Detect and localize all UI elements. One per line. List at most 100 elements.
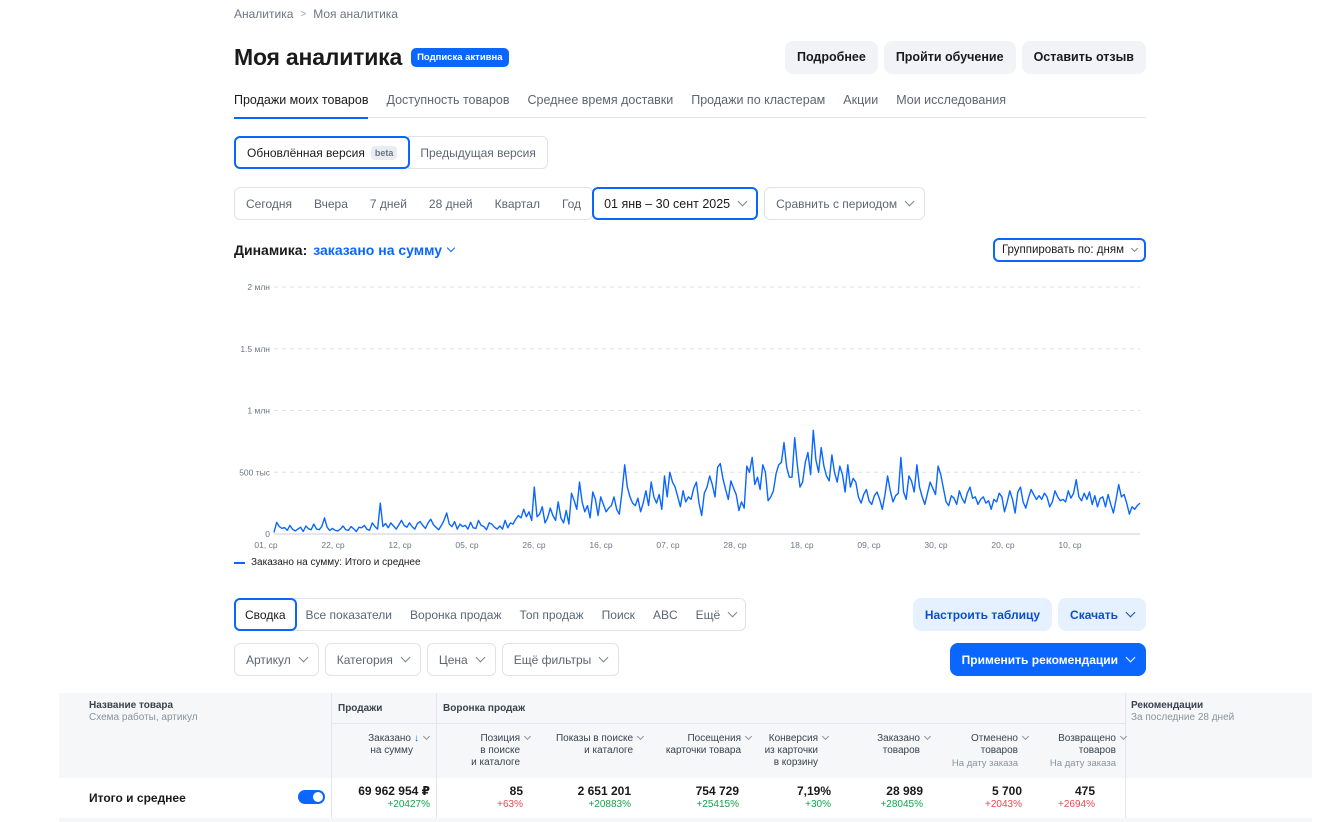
col-returned-l1: Возвращено [1058, 733, 1116, 744]
beta-badge: beta [370, 145, 398, 160]
total-conversion-delta: +30% [805, 799, 831, 810]
y-tick-label: 2 млн [247, 282, 270, 292]
total-card-visits: 754 729 +25415% [696, 784, 739, 812]
tab-cluster-sales[interactable]: Продажи по кластерам [691, 93, 825, 118]
total-cancelled-delta: +2043% [985, 799, 1022, 810]
filter-category-label: Категория [336, 652, 393, 667]
tab-delivery-time[interactable]: Среднее время доставки [528, 93, 674, 118]
period-7-days[interactable]: 7 дней [359, 188, 418, 219]
tab-availability[interactable]: Доступность товаров [386, 93, 509, 118]
legend-swatch [234, 561, 245, 564]
chevron-down-icon [298, 652, 309, 663]
col-cancelled-l1: Отменено [971, 733, 1018, 744]
dynamics-label: Динамика: [234, 242, 308, 258]
period-28-days[interactable]: 28 дней [418, 188, 484, 219]
tab-my-sales[interactable]: Продажи моих товаров [234, 93, 369, 119]
tab-sales-funnel[interactable]: Воронка продаж [401, 599, 510, 630]
col-returned[interactable]: Возвращено товаров На дату заказа [1049, 732, 1128, 770]
chevron-down-icon [598, 652, 609, 663]
x-tick-label: 26, ср [522, 540, 545, 550]
toggle-knob [313, 792, 323, 802]
tutorial-button[interactable]: Пройти обучение [883, 40, 1016, 74]
x-tick-label: 01, ср [254, 540, 277, 550]
total-returned: 475 +2694% [1058, 784, 1095, 812]
chevron-down-icon [446, 243, 456, 253]
version-previous[interactable]: Предыдущая версия [408, 136, 548, 169]
metric-label: заказано на сумму [313, 242, 443, 258]
metric-dropdown[interactable]: заказано на сумму [313, 242, 456, 258]
compare-period-dropdown[interactable]: Сравнить с периодом [764, 187, 926, 220]
chevron-down-icon [1119, 732, 1128, 741]
total-toggle[interactable] [298, 790, 325, 804]
col-conversion-l2: из карточки [764, 745, 818, 756]
total-card-visits-value: 754 729 [695, 784, 739, 798]
table-row-total: Итого и среднее 69 962 954 ₽ +20427% 85 +6… [59, 778, 1312, 818]
period-today[interactable]: Сегодня [235, 188, 303, 219]
col-ordered-sum[interactable]: Заказано ↓ на сумму [368, 732, 431, 757]
tab-all-metrics[interactable]: Все показатели [297, 599, 402, 630]
total-returned-value: 475 [1074, 784, 1095, 798]
total-impressions: 2 651 201 +20883% [578, 784, 631, 812]
col-returned-l2: товаров [1078, 745, 1116, 756]
col-impressions[interactable]: Показы в поиске и каталоге [556, 732, 645, 757]
x-tick-label: 10, ср [1058, 540, 1081, 550]
total-ordered-sum-value: 69 962 954 ₽ [358, 784, 430, 798]
x-tick-label: 30, ср [924, 540, 947, 550]
apply-recommendations-button[interactable]: Применить рекомендации [949, 643, 1146, 676]
feedback-button[interactable]: Оставить отзыв [1021, 40, 1146, 74]
tab-search[interactable]: Поиск [593, 599, 644, 630]
col-conversion[interactable]: Конверсия из карточки в корзину [764, 732, 830, 769]
period-quarter[interactable]: Квартал [484, 188, 551, 219]
chevron-down-icon [904, 196, 915, 207]
total-conversion-value: 7,19% [796, 784, 831, 798]
period-yesterday[interactable]: Вчера [303, 188, 359, 219]
download-button[interactable]: Скачать [1058, 598, 1146, 631]
filter-article[interactable]: Артикул [234, 643, 319, 676]
chevron-down-icon [523, 732, 532, 741]
col-ordered-items-l2: товаров [882, 745, 920, 756]
dynamics-chart: 0 500 тыс 1 млн 1.5 млн 2 млн 01, ср 22, ср 12,… [239, 282, 1141, 550]
tab-more[interactable]: Ещё [687, 599, 746, 630]
tab-abc[interactable]: ABC [644, 599, 687, 630]
x-tick-label: 28, ср [723, 540, 746, 550]
period-year[interactable]: Год [551, 188, 592, 219]
x-tick-label: 07, ср [656, 540, 679, 550]
x-tick-label: 20, ср [991, 540, 1014, 550]
col-card-visits-l1: Посещения [687, 733, 741, 744]
tab-promotions[interactable]: Акции [843, 93, 878, 118]
filter-price[interactable]: Цена [426, 643, 496, 676]
group-funnel: Воронка продаж [443, 703, 526, 714]
total-position-value: 85 [509, 784, 523, 798]
series-line [273, 429, 1141, 533]
group-by-dropdown[interactable]: Группировать по: дням [992, 238, 1146, 262]
tab-summary[interactable]: Сводка [234, 598, 297, 631]
details-button[interactable]: Подробнее [784, 40, 878, 74]
col-conversion-l3: в корзину [773, 757, 818, 768]
filter-more[interactable]: Ещё фильтры [501, 643, 620, 676]
chevron-down-icon [727, 607, 738, 618]
total-card-visits-delta: +25415% [696, 799, 739, 810]
col-returned-l3: На дату заказа [1049, 758, 1116, 769]
filter-article-label: Артикул [246, 652, 291, 667]
apply-recommendations-label: Применить рекомендации [961, 652, 1118, 667]
download-label: Скачать [1070, 607, 1118, 622]
configure-table-button[interactable]: Настроить таблицу [912, 598, 1053, 631]
col-position[interactable]: Позиция в поиске и каталоге [471, 732, 532, 769]
date-range-picker[interactable]: 01 янв – 30 сент 2025 [592, 187, 759, 220]
y-tick-label: 500 тыс [239, 467, 271, 477]
total-ordered-items: 28 989 +28045% [880, 784, 923, 812]
tab-top-sales[interactable]: Топ продаж [510, 599, 592, 630]
chevron-down-icon [737, 196, 748, 207]
col-ordered-items-l1: Заказано [877, 733, 920, 744]
col-ordered-items[interactable]: Заказано товаров [877, 732, 932, 757]
filter-category[interactable]: Категория [324, 643, 421, 676]
breadcrumb: Аналитика > Моя аналитика [234, 7, 398, 21]
chevron-down-icon [923, 732, 932, 741]
tab-research[interactable]: Мои исследования [896, 93, 1006, 118]
total-label: Итого и среднее [89, 791, 186, 805]
col-cancelled-l3: На дату заказа [951, 758, 1018, 769]
breadcrumb-root[interactable]: Аналитика [234, 7, 293, 21]
col-card-visits[interactable]: Посещения карточки товара [666, 732, 753, 757]
version-updated[interactable]: Обновлённая версия beta [234, 136, 411, 169]
col-cancelled[interactable]: Отменено товаров На дату заказа [951, 732, 1030, 770]
